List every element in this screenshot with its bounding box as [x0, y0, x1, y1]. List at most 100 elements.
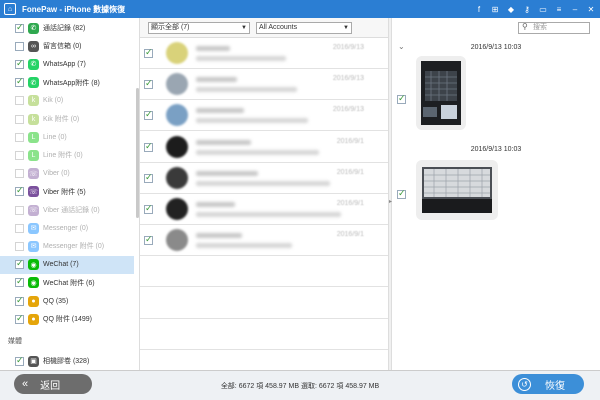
sidebar-item[interactable]: ✉ Messenger 附件 (0)	[0, 237, 134, 255]
wechat-icon: ◉	[28, 277, 39, 289]
sidebar-item[interactable]: L Line (0)	[0, 128, 134, 146]
message-checkbox[interactable]	[397, 93, 406, 104]
sidebar-item[interactable]: k Kik 附件 (0)	[0, 110, 134, 128]
sidebar-item[interactable]: ● QQ (35)	[0, 292, 134, 310]
message-row-checkbox[interactable]	[144, 234, 153, 246]
sidebar-scrollbar[interactable]	[136, 88, 139, 218]
show-all-value: 顯示全部 (7)	[151, 24, 190, 31]
empty-row	[140, 319, 388, 350]
sidebar-item-checkbox[interactable]	[15, 276, 24, 288]
sidebar-item-checkbox[interactable]	[15, 241, 24, 251]
sidebar-item-checkbox[interactable]	[15, 96, 24, 106]
sidebar-item-checkbox[interactable]	[15, 185, 24, 197]
message-date: 2016/9/1	[336, 168, 364, 176]
sidebar-item[interactable]: ☏ Viber 通話記錄 (0)	[0, 201, 134, 219]
message-row[interactable]: 2016/9/1	[140, 225, 388, 257]
sidebar-item-label: Viber 通話記錄 (0)	[43, 207, 100, 214]
contact-avatar	[166, 198, 188, 220]
message-row[interactable]: 2016/9/1	[140, 194, 388, 225]
message-row[interactable]: 2016/9/13	[140, 100, 388, 132]
sidebar-item-label: QQ (35)	[43, 297, 69, 305]
sidebar-item[interactable]: ✆ WhatsApp附件 (8)	[0, 74, 134, 92]
sidebar-item-checkbox[interactable]	[15, 150, 24, 160]
sidebar-item[interactable]: ∞ 留言信箱 (0)	[0, 37, 134, 55]
message-row-checkbox[interactable]	[144, 172, 153, 183]
sidebar-item[interactable]: ✆ WhatsApp (7)	[0, 55, 134, 73]
sidebar-item[interactable]: ▣ 相機膠卷 (328)	[0, 352, 134, 370]
photo-thumbnail[interactable]	[421, 61, 461, 125]
message-checkbox[interactable]	[397, 188, 406, 199]
window-title-text: iPhone 數據恢復	[64, 4, 126, 14]
sidebar-item-checkbox[interactable]	[15, 223, 24, 233]
sidebar-item[interactable]: ☏ Viber (0)	[0, 165, 134, 183]
message-row[interactable]: 2016/9/1	[140, 163, 388, 194]
message-row-checkbox[interactable]	[144, 47, 153, 58]
media-section-title: 媒體	[8, 338, 22, 345]
message-row-checkbox[interactable]	[144, 78, 153, 90]
message-row-checkbox[interactable]	[144, 203, 153, 214]
sidebar-item[interactable]: L Line 附件 (0)	[0, 146, 134, 164]
sidebar-item-label: QQ 附件 (1499)	[43, 316, 93, 324]
sidebar-item-checkbox[interactable]	[15, 295, 24, 306]
contact-avatar	[166, 73, 188, 96]
search-placeholder: 搜索	[533, 24, 547, 31]
title-bar-icons: f ⊞ ◆ ⚷ ▭ ≡ – ✕	[474, 0, 596, 18]
app-name: FonePaw	[22, 4, 58, 14]
sidebar-item-checkbox[interactable]	[15, 41, 24, 51]
close-icon[interactable]: ✕	[586, 5, 596, 14]
sidebar-item[interactable]: ✉ Messenger (0)	[0, 219, 134, 237]
viber-icon: ☏	[28, 186, 39, 198]
facebook-icon[interactable]: f	[474, 5, 484, 14]
accounts-value: All Accounts	[259, 24, 298, 31]
sidebar-item-checkbox[interactable]	[15, 258, 24, 270]
message-preview-blurred	[196, 149, 319, 155]
chat-icon[interactable]: ▭	[538, 5, 548, 14]
recover-arrow-icon: ↺	[518, 377, 531, 391]
message-date: 2016/9/13	[332, 75, 364, 83]
qq-icon: ●	[28, 295, 39, 307]
gift-icon[interactable]: ⊞	[490, 5, 500, 14]
category-sidebar: ✆ 通話記錄 (82) ∞ 留言信箱 (0) ✆ WhatsApp (7) ✆ WhatsAp…	[0, 18, 140, 370]
sidebar-item[interactable]: ● QQ 附件 (1499)	[0, 310, 134, 328]
message-row[interactable]: 2016/9/1	[140, 132, 388, 163]
sidebar-item-checkbox[interactable]	[15, 114, 24, 124]
message-preview-blurred	[196, 243, 292, 249]
sidebar-item[interactable]: ◉ WeChat 附件 (6)	[0, 274, 134, 292]
sidebar-item-label: Messenger (0)	[43, 224, 89, 232]
photo-bubble	[416, 160, 498, 220]
sidebar-item-checkbox[interactable]	[15, 76, 24, 88]
menu-icon[interactable]: ≡	[554, 5, 564, 14]
photo-thumbnail[interactable]	[422, 167, 492, 213]
sidebar-item[interactable]: ✆ 通話記錄 (82)	[0, 19, 134, 37]
sidebar-item-checkbox[interactable]	[15, 169, 24, 179]
message-row[interactable]: 2016/9/13	[140, 38, 388, 69]
search-input[interactable]: ⚲ 搜索	[518, 22, 590, 34]
recover-label: 恢復	[545, 380, 565, 392]
qq-icon: ●	[28, 313, 39, 325]
contact-avatar	[166, 229, 188, 252]
sidebar-item[interactable]: ☏ Viber 附件 (5)	[0, 183, 134, 201]
sidebar-item-label: Kik (0)	[43, 97, 64, 105]
minimize-icon[interactable]: –	[570, 5, 580, 14]
sidebar-item[interactable]: ◉ WeChat (7)	[0, 255, 134, 274]
sidebar-item-label: 通話記錄 (82)	[43, 25, 86, 32]
key-icon[interactable]: ⚷	[522, 5, 532, 14]
sidebar-item-checkbox[interactable]	[15, 313, 24, 324]
show-all-dropdown[interactable]: 顯示全部 (7) ▼	[148, 22, 250, 34]
sidebar-item-checkbox[interactable]	[15, 132, 24, 142]
message-row-checkbox[interactable]	[144, 141, 153, 152]
sidebar-item-checkbox[interactable]	[15, 58, 24, 69]
sidebar-item-checkbox[interactable]	[15, 355, 24, 366]
accounts-dropdown[interactable]: All Accounts ▼	[256, 22, 352, 34]
footer-bar: « 返回 全部: 6672 項 458.97 MB 選取: 6672 項 458…	[0, 370, 600, 400]
sidebar-item-checkbox[interactable]	[15, 205, 24, 215]
sidebar-item[interactable]: k Kik (0)	[0, 92, 134, 110]
recover-button[interactable]: ↺ 恢復	[512, 374, 584, 394]
sidebar-item-checkbox[interactable]	[15, 22, 24, 33]
message-preview-blurred	[196, 118, 308, 124]
sidebar-item-label: WeChat (7)	[43, 261, 79, 269]
messenger-icon: ✉	[28, 222, 39, 234]
message-row-checkbox[interactable]	[144, 109, 153, 121]
diamond-icon[interactable]: ◆	[506, 5, 516, 14]
message-row[interactable]: 2016/9/13	[140, 69, 388, 101]
